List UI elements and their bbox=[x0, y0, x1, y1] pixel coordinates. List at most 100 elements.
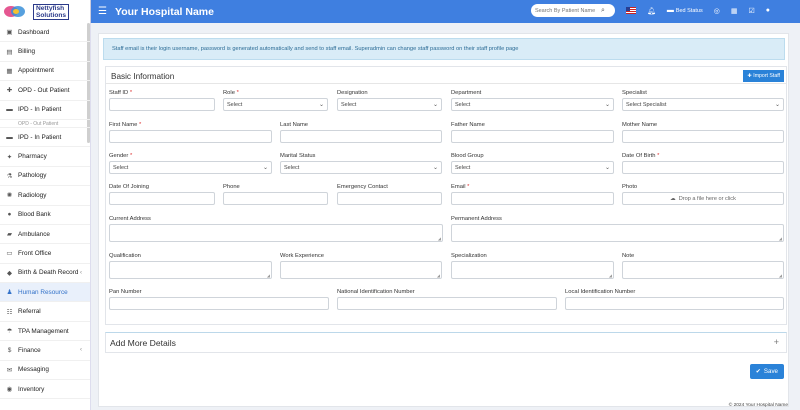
sidebar-item-front-office[interactable]: ▭ Front Office bbox=[0, 244, 90, 264]
doj-label: Date Of Joining bbox=[109, 184, 149, 190]
chevron-down-icon: ⌄ bbox=[262, 165, 268, 171]
required-mark: * bbox=[129, 153, 133, 159]
phone-input[interactable] bbox=[223, 192, 328, 205]
blood-group-select[interactable]: Select ⌄ bbox=[451, 161, 614, 174]
check-circle-icon: ✔ bbox=[755, 368, 761, 375]
national-id-input[interactable] bbox=[337, 297, 557, 310]
qualification-textarea[interactable] bbox=[109, 261, 272, 279]
sidebar-item-opd-duplicate[interactable]: OPD - Out Patient bbox=[0, 120, 90, 128]
marital-status-field: Marital Status Select ⌄ bbox=[280, 153, 442, 174]
sidebar-item-label: Dashboard bbox=[18, 28, 50, 36]
select-value: Select bbox=[455, 164, 471, 171]
user-avatar-icon[interactable]: ● bbox=[766, 7, 770, 14]
specialization-textarea[interactable] bbox=[451, 261, 614, 279]
sidebar-item-tpa[interactable]: ☂ TPA Management bbox=[0, 322, 90, 342]
department-select[interactable]: Select ⌄ bbox=[451, 98, 614, 111]
staff-id-label: Staff ID bbox=[109, 90, 129, 96]
sidebar-item-pathology[interactable]: ⚗ Pathology bbox=[0, 167, 90, 187]
photo-upload-dropzone[interactable]: ☁ Drop a file here or click bbox=[622, 192, 784, 205]
emergency-contact-input[interactable] bbox=[337, 192, 442, 205]
top-header: Nettyfish Solutions ☰ Your Hospital Name… bbox=[0, 0, 800, 23]
doj-input[interactable] bbox=[109, 192, 215, 205]
bed-status-button[interactable]: ▬ Bed Status bbox=[667, 7, 703, 14]
sidebar-item-radiology[interactable]: ✺ Radiology bbox=[0, 186, 90, 206]
first-name-label: First Name bbox=[109, 122, 138, 128]
select-value: Select Specialist bbox=[626, 101, 667, 108]
notification-bell-icon[interactable]: 🔔︎ bbox=[647, 7, 656, 15]
specialist-select[interactable]: Select Specialist ⌄ bbox=[622, 98, 784, 111]
appointment-icon: ▦ bbox=[6, 67, 13, 75]
dob-input[interactable] bbox=[622, 161, 784, 174]
required-mark: * bbox=[129, 90, 133, 96]
pan-number-input[interactable] bbox=[109, 297, 329, 310]
chevron-down-icon: ⌄ bbox=[774, 102, 780, 108]
work-experience-textarea[interactable] bbox=[280, 261, 442, 279]
sidebar-item-dashboard[interactable]: ▣ Dashboard bbox=[0, 23, 90, 43]
mother-name-input[interactable] bbox=[622, 130, 784, 143]
sidebar-item-ambulance[interactable]: ▰ Ambulance bbox=[0, 225, 90, 245]
pharmacy-icon: ✦ bbox=[6, 153, 13, 161]
blood-drop-icon: ● bbox=[7, 211, 12, 219]
front-office-icon: ▭ bbox=[6, 250, 13, 258]
sidebar-item-ipd[interactable]: ▬ IPD - In Patient bbox=[0, 101, 90, 120]
work-experience-label: Work Experience bbox=[280, 253, 325, 259]
sidebar-item-label: Pathology bbox=[18, 172, 47, 180]
blood-group-field: Blood Group Select ⌄ bbox=[451, 153, 614, 174]
import-staff-button[interactable]: ✚ Import Staff bbox=[743, 70, 784, 82]
work-experience-field: Work Experience bbox=[280, 253, 442, 279]
local-id-input[interactable] bbox=[565, 297, 784, 310]
cloud-upload-icon: ☁ bbox=[670, 195, 676, 202]
task-check-icon[interactable]: ☑ bbox=[748, 7, 754, 15]
sidebar-item-finance[interactable]: $ Finance ‹ bbox=[0, 341, 90, 361]
current-address-textarea[interactable] bbox=[109, 224, 443, 242]
sidebar-item-ipd-duplicate[interactable]: ▬ IPD - In Patient bbox=[0, 128, 90, 148]
sidebar-item-label: Pharmacy bbox=[18, 153, 47, 161]
permanent-address-textarea[interactable] bbox=[451, 224, 784, 242]
sidebar-item-referral[interactable]: ☷ Referral bbox=[0, 302, 90, 322]
sidebar-item-human-resource[interactable]: ♟ Human Resource bbox=[0, 283, 90, 303]
marital-status-select[interactable]: Select ⌄ bbox=[280, 161, 442, 174]
info-alert: Staff email is their login username, pas… bbox=[103, 38, 785, 60]
sidebar-item-inventory[interactable]: ◉ Inventory bbox=[0, 380, 90, 400]
sidebar-item-birth-death[interactable]: ◆ Birth & Death Record ‹ bbox=[0, 264, 90, 284]
sidebar-item-messaging[interactable]: ✉ Messaging bbox=[0, 361, 90, 381]
chevron-down-icon: ⌄ bbox=[432, 102, 438, 108]
logo-text: Nettyfish Solutions bbox=[33, 3, 70, 20]
sidebar-item-pharmacy[interactable]: ✦ Pharmacy bbox=[0, 147, 90, 167]
calendar-icon[interactable]: ▦ bbox=[731, 7, 738, 15]
qualification-label: Qualification bbox=[109, 253, 141, 259]
bed-status-label: Bed Status bbox=[675, 7, 703, 14]
gender-select[interactable]: Select ⌄ bbox=[109, 161, 272, 174]
search-icon[interactable]: ⌕ bbox=[601, 7, 605, 15]
menu-toggle-icon[interactable]: ☰ bbox=[98, 6, 107, 17]
email-input[interactable] bbox=[451, 192, 614, 205]
phone-field: Phone bbox=[223, 184, 328, 205]
designation-select[interactable]: Select ⌄ bbox=[337, 98, 442, 111]
first-name-input[interactable] bbox=[109, 130, 272, 143]
note-textarea[interactable] bbox=[622, 261, 784, 279]
staff-id-input[interactable] bbox=[109, 98, 215, 111]
required-mark: * bbox=[236, 90, 239, 96]
sidebar-item-label: Human Resource bbox=[18, 288, 68, 296]
sidebar-item-billing[interactable]: ▤ Billing bbox=[0, 42, 90, 62]
specialist-label: Specialist bbox=[622, 90, 647, 96]
message-icon: ✉ bbox=[6, 366, 13, 374]
save-button[interactable]: ✔ Save bbox=[749, 364, 784, 379]
last-name-input[interactable] bbox=[280, 130, 442, 143]
photo-label: Photo bbox=[622, 184, 638, 190]
whatsapp-icon[interactable]: ◎ bbox=[714, 7, 720, 15]
expand-plus-icon[interactable]: + bbox=[774, 337, 779, 347]
sidebar-item-opd[interactable]: ✚ OPD - Out Patient bbox=[0, 81, 90, 101]
sidebar-item-label: Appointment bbox=[18, 67, 54, 75]
sidebar-item-label: Finance bbox=[18, 346, 41, 354]
role-select[interactable]: Select ⌄ bbox=[223, 98, 328, 111]
patient-search-input[interactable] bbox=[534, 7, 601, 14]
sidebar-item-appointment[interactable]: ▦ Appointment bbox=[0, 62, 90, 82]
father-name-input[interactable] bbox=[451, 130, 614, 143]
sidebar-item-label: Inventory bbox=[18, 385, 45, 393]
sidebar-item-blood-bank[interactable]: ● Blood Bank bbox=[0, 206, 90, 225]
language-flag-icon[interactable] bbox=[625, 7, 636, 14]
billing-icon: ▤ bbox=[6, 48, 13, 56]
add-more-details-section[interactable]: Add More Details + bbox=[105, 332, 787, 353]
logo[interactable]: Nettyfish Solutions bbox=[0, 0, 91, 23]
